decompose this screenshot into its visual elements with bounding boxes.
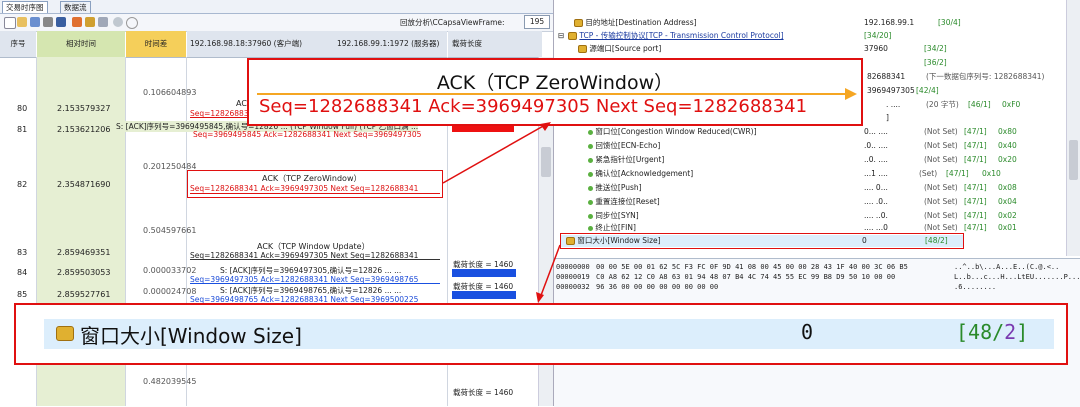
connector-line — [442, 124, 546, 184]
connector-line — [539, 244, 561, 299]
connector-arrows — [442, 122, 561, 303]
arrow-head-icon — [536, 292, 544, 303]
